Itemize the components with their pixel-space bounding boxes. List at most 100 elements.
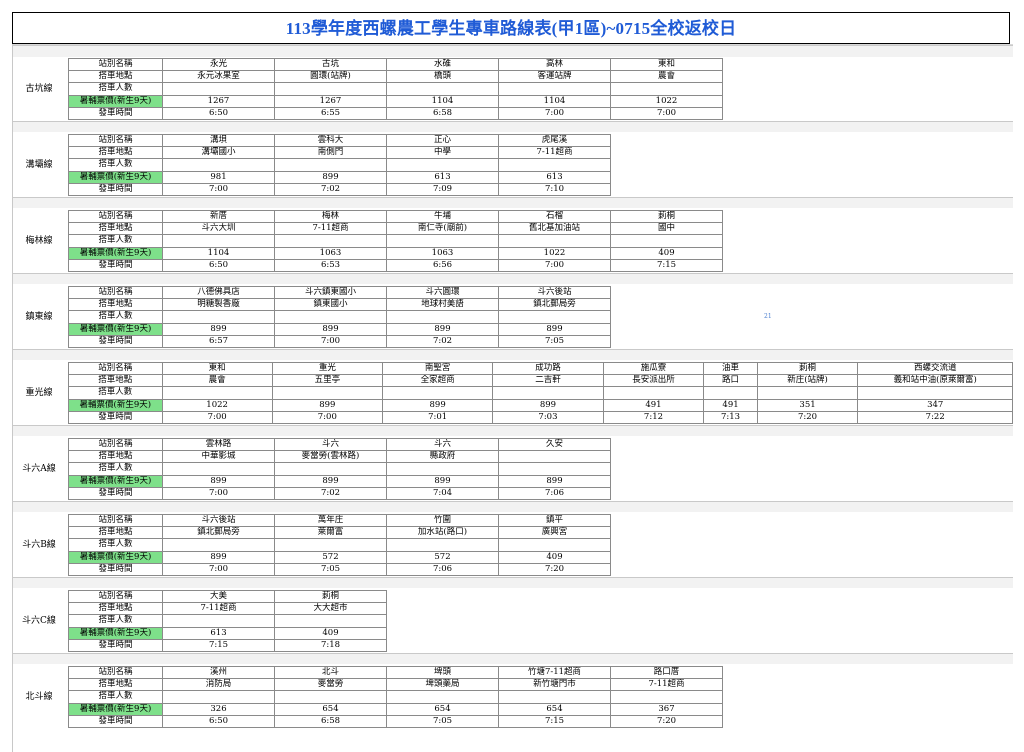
table-cell (386, 462, 499, 476)
table-cell (498, 462, 611, 476)
table-cell: 油車 (703, 361, 758, 376)
table-cell: 萊爾富 (274, 526, 387, 540)
row-label-station: 站別名稱 (68, 209, 163, 224)
table-cell: 7:12 (602, 410, 705, 424)
row-label-riders: 搭車人數 (68, 82, 163, 96)
table-cell: 7-11超商 (162, 602, 275, 616)
table-cell: 899 (386, 322, 499, 336)
table-cell: 7:02 (274, 486, 387, 500)
table-row: 暑輔票價(新生9天) 326 654 654 654 367 (68, 702, 723, 716)
row-label-riders: 搭車人數 (68, 234, 163, 248)
table-cell: 654 (274, 702, 387, 716)
table-row: 發車時間 6:50 6:53 6:56 7:00 7:15 (68, 258, 723, 272)
title-box: 113學年度西螺農工學生專車路線表(甲1區)~0715全校返校日 (12, 12, 1010, 44)
table-cell (756, 386, 859, 400)
table-cell: 施瓜寮 (602, 361, 705, 376)
table-cell: 409 (610, 246, 723, 260)
row-label-time: 發車時間 (68, 714, 163, 728)
table-row: 搭車地點 中華影城 麥當勞(雲林路) 縣政府 (68, 450, 611, 464)
route-divider (13, 577, 1013, 578)
table-row: 搭車地點 農會 五里亭 全家超商 二吉軒 長安派出所 路口 新庄(站牌) 義和站中油(原萊爾富) (68, 374, 1013, 388)
table-cell (274, 310, 387, 324)
table-cell: 縣政府 (386, 450, 499, 464)
table-cell: 斗六 (274, 437, 387, 452)
table-cell: 斗六大圳 (162, 222, 275, 236)
table-cell: 長安派出所 (602, 374, 705, 388)
table-cell (386, 234, 499, 248)
table-cell: 7:00 (498, 106, 611, 120)
table-cell: 新竹塘門市 (498, 678, 611, 692)
table-row: 站別名稱 雲林路 斗六 斗六 久安 (68, 437, 611, 452)
table-cell: 南仁寺(廟前) (386, 222, 499, 236)
table-cell: 八德佛具店 (162, 285, 275, 300)
table-row: 站別名稱 溪州 北斗 埤頭 竹塘7-11超商 路口厝 (68, 665, 723, 680)
route-gap (13, 273, 1013, 284)
table-cell: 斗六後站 (162, 513, 275, 528)
row-label-time: 發車時間 (68, 182, 163, 196)
table-cell: 五里亭 (271, 374, 383, 388)
table-cell: 客運站牌 (498, 70, 611, 84)
table-cell: 1267 (162, 94, 275, 108)
table-cell: 7:15 (162, 638, 275, 652)
table-cell: 麥當勞 (274, 678, 387, 692)
table-cell: 明糖製香廠 (162, 298, 275, 312)
table-row: 搭車地點 7-11超商 大大超市 (68, 602, 387, 616)
row-label-stop: 搭車地點 (68, 146, 163, 160)
table-cell: 7:02 (274, 182, 387, 196)
table-cell: 6:53 (274, 258, 387, 272)
table-row: 站別名稱 新厝 梅林 牛埔 石榴 莿桐 (68, 209, 723, 224)
route-gap (13, 121, 1013, 132)
row-label-riders: 搭車人數 (68, 386, 163, 400)
table-row: 搭車人數 (68, 690, 723, 704)
table-cell: 6:55 (274, 106, 387, 120)
table-cell: 1022 (161, 398, 273, 412)
table-row: 發車時間 7:00 7:02 7:04 7:06 (68, 486, 611, 500)
route-gap (13, 45, 1013, 57)
row-label-station: 站別名稱 (68, 57, 163, 72)
row-label-time: 發車時間 (68, 334, 163, 348)
table-cell: 7:05 (498, 334, 611, 348)
table-cell: 347 (857, 398, 1013, 412)
table-cell: 南聖宮 (381, 361, 494, 376)
table-cell: 899 (162, 550, 275, 564)
route-name: 溝壩線 (25, 160, 53, 170)
row-label-time: 發車時間 (68, 562, 163, 576)
table-cell: 7-11超商 (274, 222, 387, 236)
table-row: 搭車人數 (68, 234, 723, 248)
row-label-station: 站別名稱 (68, 665, 163, 680)
stray-number: 21 (764, 313, 772, 320)
table-cell: 7-11超商 (498, 146, 611, 160)
route-table: 站別名稱 新厝 梅林 牛埔 石榴 莿桐 搭車地點 斗六大圳 7-11超商 南仁寺(廟前) 舊北基加油… (68, 209, 723, 272)
table-cell: 重光 (271, 361, 383, 376)
table-row: 發車時間 6:50 6:58 7:05 7:15 7:20 (68, 714, 723, 728)
table-row: 暑輔票價(新生9天) 899 572 572 409 (68, 550, 611, 564)
row-label-fare: 暑輔票價(新生9天) (68, 702, 163, 716)
table-row: 搭車人數 (68, 538, 611, 552)
table-cell: 橋頭 (386, 70, 499, 84)
table-cell (381, 386, 494, 400)
table-cell: 大美 (162, 589, 275, 604)
table-cell: 491 (602, 398, 705, 412)
table-row: 發車時間 6:50 6:55 6:58 7:00 7:00 (68, 106, 723, 120)
route-name: 重光線 (25, 388, 53, 398)
row-label-time: 發車時間 (68, 258, 163, 272)
table-cell: 7:15 (610, 258, 723, 272)
table-cell: 農會 (610, 70, 723, 84)
table-row: 站別名稱 大美 莿桐 (68, 589, 387, 604)
row-label-station: 站別名稱 (68, 361, 163, 376)
table-cell: 鎮北郵局旁 (162, 526, 275, 540)
table-cell: 加水站(路口) (386, 526, 499, 540)
table-cell: 農會 (161, 374, 273, 388)
table-cell: 成功路 (492, 361, 604, 376)
table-cell: 7:01 (381, 410, 494, 424)
route-divider (13, 45, 1013, 46)
table-cell (162, 234, 275, 248)
row-label-station: 站別名稱 (68, 589, 163, 604)
route-divider (13, 273, 1013, 274)
table-cell (162, 690, 275, 704)
table-cell: 6:50 (162, 258, 275, 272)
table-cell: 正心 (386, 133, 499, 148)
table-cell: 鎮平 (498, 513, 611, 528)
table-row: 搭車地點 明糖製香廠 鎮東國小 地球村美語 鎮北郵局旁 (68, 298, 611, 312)
table-cell: 409 (274, 626, 387, 640)
